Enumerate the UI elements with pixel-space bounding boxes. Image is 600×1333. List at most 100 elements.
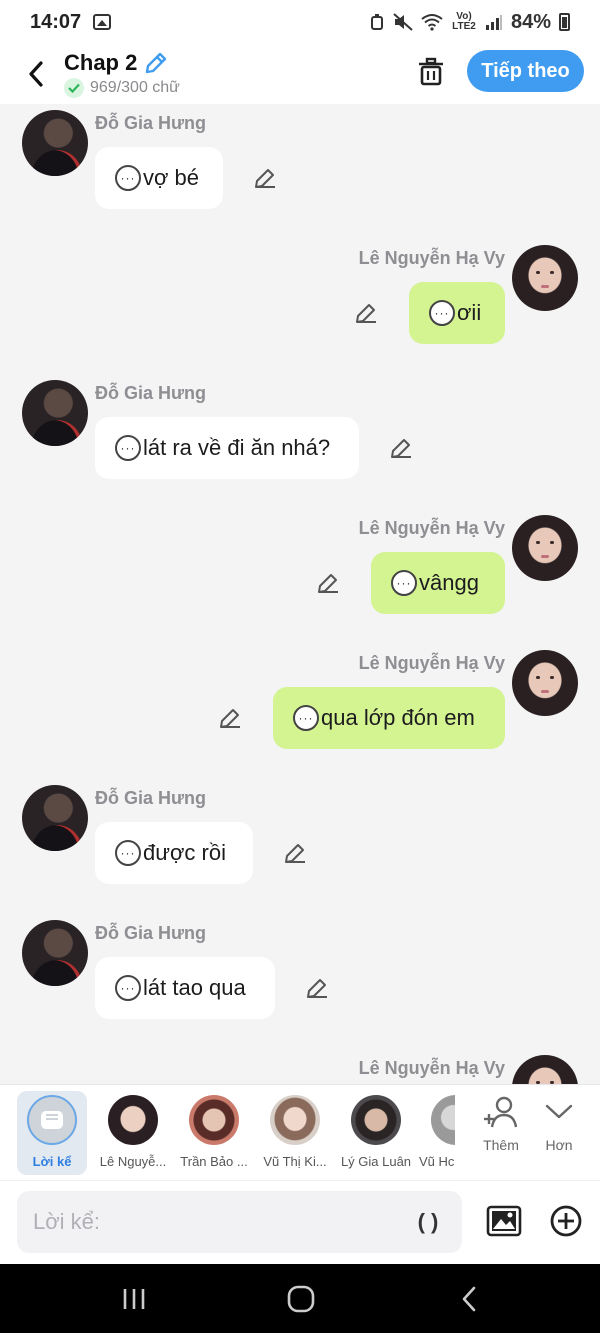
status-time: 14:07 — [30, 10, 82, 33]
recent-apps-button[interactable] — [114, 1282, 154, 1316]
image-icon — [486, 1205, 522, 1237]
message-bubble[interactable]: ··· qua lớp đón em — [273, 687, 505, 749]
speech-bubble-dots-icon: ··· — [115, 165, 141, 191]
sender-name: Đỗ Gia Hưng — [95, 113, 207, 133]
add-person-icon — [484, 1096, 518, 1128]
speech-bubble-dots-icon: ··· — [391, 570, 417, 596]
chevron-down-icon — [545, 1104, 573, 1119]
chapter-header: Chap 2 969/300 chữ Tiếp theo — [0, 44, 600, 104]
recent-apps-icon — [123, 1289, 145, 1309]
mute-icon — [393, 13, 413, 31]
battery-icon — [559, 13, 570, 31]
character-narrator[interactable]: Lời kể — [17, 1091, 87, 1175]
trash-icon — [419, 57, 443, 86]
character-bar: Lời kể Lê Nguyễ... Trần Bảo ... Vũ Thị K… — [0, 1084, 600, 1180]
speech-bubble-dots-icon: ··· — [429, 300, 455, 326]
back-nav-button[interactable] — [449, 1282, 489, 1316]
character-name: Trần Bảo ... — [180, 1154, 248, 1169]
speech-bubble-dots-icon: ··· — [115, 435, 141, 461]
chat-area[interactable]: Đỗ Gia Hưng ··· vợ bé Lê Nguyễn Hạ Vy ··… — [0, 104, 600, 1084]
narrator-icon — [27, 1095, 77, 1145]
edit-message-pencil-icon[interactable] — [352, 299, 380, 327]
character-avatar — [431, 1095, 455, 1145]
sender-name: Lê Nguyễn Hạ Vy — [358, 518, 505, 538]
input-bar: ( ) — [0, 1180, 600, 1264]
speech-bubble-dots-icon: ··· — [115, 840, 141, 866]
character-name: Lê Nguyễ... — [99, 1154, 167, 1169]
image-button[interactable] — [484, 1201, 524, 1241]
add-character-button[interactable]: Thêm — [476, 1095, 526, 1153]
back-nav-icon — [462, 1286, 476, 1312]
message-text: vângg — [419, 570, 479, 595]
avatar[interactable] — [22, 110, 88, 176]
add-button[interactable] — [546, 1201, 586, 1241]
edit-message-pencil-icon[interactable] — [314, 569, 342, 597]
character-name: Vũ Hc — [419, 1154, 455, 1169]
sender-name: Lê Nguyễn Hạ Vy — [358, 653, 505, 673]
character-item[interactable]: Vũ Thị Ki... — [257, 1091, 333, 1175]
character-name: Lời kể — [32, 1154, 72, 1169]
narration-input[interactable] — [17, 1191, 462, 1253]
character-avatar — [270, 1095, 320, 1145]
avatar[interactable] — [512, 1055, 578, 1084]
speech-bubble-dots-icon: ··· — [115, 975, 141, 1001]
status-indicators: Vo) LTE2 84% — [369, 11, 570, 34]
message-text: vợ bé — [143, 165, 200, 190]
network-label: Vo) LTE2 — [452, 11, 476, 32]
edit-message-pencil-icon[interactable] — [251, 164, 279, 192]
message-bubble[interactable]: ··· ơii — [409, 282, 505, 344]
battery-percent: 84% — [510, 10, 551, 33]
sender-name: Đỗ Gia Hưng — [95, 923, 207, 943]
gallery-notification-icon — [93, 14, 112, 30]
avatar[interactable] — [22, 920, 88, 986]
back-button[interactable] — [16, 54, 56, 94]
next-button[interactable]: Tiếp theo — [467, 50, 584, 92]
parentheses-button[interactable]: ( ) — [408, 1207, 448, 1237]
character-avatar — [108, 1095, 158, 1145]
character-name: Lý Gia Luân — [340, 1154, 412, 1169]
message-bubble[interactable]: ··· vợ bé — [95, 147, 223, 209]
status-bar: 14:07 Vo) LTE2 84% — [0, 0, 600, 44]
edit-message-pencil-icon[interactable] — [281, 839, 309, 867]
chevron-left-icon — [29, 61, 43, 87]
character-item[interactable]: Vũ Hc — [419, 1091, 455, 1175]
plus-circle-icon — [550, 1205, 582, 1237]
expand-characters-button[interactable]: Hơn — [534, 1095, 584, 1153]
character-item[interactable]: Trần Bảo ... — [176, 1091, 252, 1175]
edit-message-pencil-icon[interactable] — [303, 974, 331, 1002]
avatar[interactable] — [512, 515, 578, 581]
message-bubble[interactable]: ··· lát ra về đi ăn nhá? — [95, 417, 359, 479]
character-item[interactable]: Lý Gia Luân — [338, 1091, 414, 1175]
edit-title-pencil-icon[interactable] — [143, 50, 169, 76]
avatar[interactable] — [22, 785, 88, 851]
signal-icon — [485, 15, 502, 30]
speech-bubble-dots-icon: ··· — [293, 705, 319, 731]
message-bubble[interactable]: ··· vângg — [371, 552, 505, 614]
sender-name: Đỗ Gia Hưng — [95, 788, 207, 808]
message-text: được rồi — [143, 840, 226, 865]
character-avatar — [189, 1095, 239, 1145]
title-block: Chap 2 969/300 chữ — [64, 50, 180, 98]
message-text: lát tao qua — [143, 975, 246, 1000]
home-button[interactable] — [281, 1282, 321, 1316]
avatar[interactable] — [512, 245, 578, 311]
character-item[interactable]: Lê Nguyễ... — [95, 1091, 171, 1175]
trash-button[interactable] — [413, 54, 449, 90]
system-nav-bar — [0, 1264, 600, 1333]
expand-label: Hơn — [545, 1137, 573, 1153]
more-label: Thêm — [483, 1137, 519, 1153]
message-bubble[interactable]: ··· được rồi — [95, 822, 253, 884]
sender-name: Lê Nguyễn Hạ Vy — [358, 1058, 505, 1078]
avatar[interactable] — [512, 650, 578, 716]
avatar[interactable] — [22, 380, 88, 446]
sender-name: Lê Nguyễn Hạ Vy — [358, 248, 505, 268]
chapter-title: Chap 2 — [64, 50, 138, 75]
edit-message-pencil-icon[interactable] — [387, 434, 415, 462]
edit-message-pencil-icon[interactable] — [216, 704, 244, 732]
sender-name: Đỗ Gia Hưng — [95, 383, 207, 403]
character-avatar — [351, 1095, 401, 1145]
alarm-icon — [370, 14, 383, 30]
message-bubble[interactable]: ··· lát tao qua — [95, 957, 275, 1019]
home-icon — [287, 1285, 315, 1313]
message-text: lát ra về đi ăn nhá? — [143, 435, 331, 460]
